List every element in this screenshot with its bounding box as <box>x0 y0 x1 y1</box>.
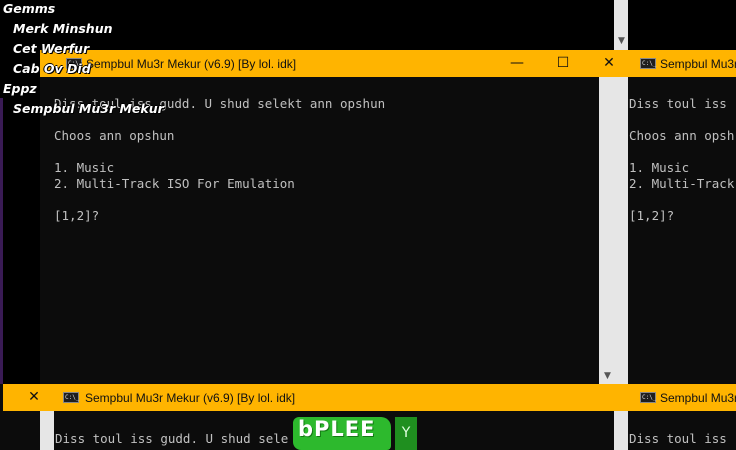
console-prompt: [1,2]? <box>54 208 100 223</box>
doodle-text: bPLEE <box>298 417 376 441</box>
menu-item-cab-ov-did[interactable]: Cab Ov Did <box>13 61 91 76</box>
console-window-right[interactable]: Sempbul Mu3r Mekur Diss toul iss Choos a… <box>614 50 736 385</box>
console-line-choose: Choos ann opsh <box>629 128 735 143</box>
window-titlebar[interactable]: Sempbul Mu3r Mekur (v6.9) [By lol. idk] … <box>40 50 628 77</box>
console-option-1: 1. Music <box>54 160 115 175</box>
console-output[interactable]: Diss toul iss gudd. U shud selekt ann op… <box>54 80 608 385</box>
console-window-bottom-right[interactable]: Sempbul Mu3r Mekur Diss toul iss <box>628 384 736 450</box>
top-window-scrollbar[interactable]: ▼ <box>614 0 628 50</box>
console-option-2: 2. Multi-Track <box>629 176 735 191</box>
scroll-down-arrow-icon[interactable]: ▼ <box>613 33 630 50</box>
menu-item-sempbul-mu3r-mekur[interactable]: Sempbul Mu3r Mekur <box>13 101 164 116</box>
window-title: Sempbul Mu3r Mekur (v6.9) [By lol. idk] <box>86 57 297 71</box>
window-title: Sempbul Mu3r Mekur <box>660 57 736 71</box>
minimize-button[interactable]: — <box>494 50 540 77</box>
window-titlebar[interactable]: Sempbul Mu3r Mekur <box>628 384 736 411</box>
menu-item-merk-minshun[interactable]: Merk Minshun <box>13 21 113 36</box>
window-titlebar[interactable]: ✕ Sempbul Mu3r Mekur (v6.9) [By lol. idk… <box>3 384 628 411</box>
console-blank <box>629 144 716 160</box>
left-edge-bar <box>0 95 3 415</box>
window-titlebar[interactable]: Sempbul Mu3r Mekur <box>614 50 736 77</box>
right-window-scroll-edge <box>614 77 628 385</box>
console-line-intro: Diss toul iss <box>629 96 727 111</box>
menu-heading-apps: Eppz <box>3 81 37 96</box>
console-option-2: 2. Multi-Track ISO For Emulation <box>54 176 295 191</box>
doodle-badge-y: Y <box>395 417 417 450</box>
console-app-icon <box>63 392 79 403</box>
console-app-icon <box>640 58 656 69</box>
window-title: Sempbul Mu3r Mekur (v6.9) [By lol. idk] <box>85 391 296 405</box>
console-app-icon <box>640 392 656 403</box>
console-blank <box>629 192 716 208</box>
console-line-choose: Choos ann opshun <box>54 128 175 143</box>
menu-item-cet-werfur[interactable]: Cet Werfur <box>13 41 89 56</box>
maximize-button[interactable]: ☐ <box>540 50 586 77</box>
console-blank <box>54 192 608 208</box>
menu-heading-games: Gemms <box>3 1 56 16</box>
console-line-intro: Diss toul iss <box>629 431 727 446</box>
vertical-scrollbar[interactable] <box>614 411 628 450</box>
console-output[interactable]: Diss toul iss Choos ann opsh 1. Music 2. … <box>629 80 735 385</box>
console-blank <box>54 144 608 160</box>
console-prompt: [1,2]? <box>629 208 675 223</box>
bottom-left-scroll-edge <box>40 411 54 450</box>
vertical-scrollbar[interactable]: ▼ <box>599 77 614 385</box>
console-blank <box>629 112 716 128</box>
console-output[interactable]: Diss toul iss <box>629 415 727 450</box>
window-title: Sempbul Mu3r Mekur <box>660 391 736 405</box>
console-option-1: 1. Music <box>629 160 690 175</box>
close-button[interactable]: ✕ <box>11 384 57 411</box>
